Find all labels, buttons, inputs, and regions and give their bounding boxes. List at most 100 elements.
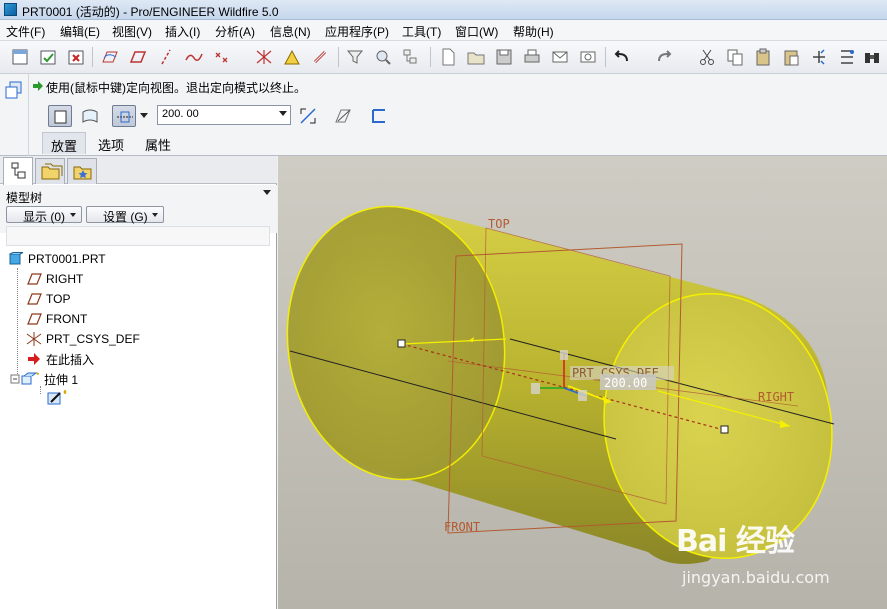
sketch-icon <box>46 390 76 405</box>
show-dropdown[interactable]: 显示 (0) <box>6 206 82 224</box>
depth-drag-handle-back[interactable] <box>397 339 406 348</box>
menu-help[interactable]: 帮助(H) <box>513 23 554 40</box>
depth-value-input[interactable]: 200. 00 <box>157 105 291 125</box>
tree-item-label: TOP <box>46 292 71 306</box>
cut-icon[interactable] <box>697 47 717 67</box>
menu-file[interactable]: 文件(F) <box>6 23 45 40</box>
window-layout-icon[interactable] <box>10 47 30 67</box>
favorites-icon <box>73 166 92 180</box>
open-file-icon[interactable] <box>466 47 486 67</box>
copy-icon[interactable] <box>725 47 745 67</box>
tree-item-insert-here[interactable]: 在此插入 <box>26 350 94 368</box>
depth-drag-handle-front[interactable] <box>720 425 729 434</box>
print-icon[interactable] <box>522 47 542 67</box>
paste-icon[interactable] <box>753 47 773 67</box>
navigator-tabs <box>0 156 277 185</box>
view-orient-icon[interactable] <box>4 80 24 100</box>
csys-icon <box>26 332 42 346</box>
show-dropdown-label: 显示 (0) <box>23 210 66 224</box>
datum-curve-icon[interactable] <box>184 47 204 67</box>
tab-placement[interactable]: 放置 <box>42 132 87 154</box>
menu-view[interactable]: 视图(V) <box>112 23 152 40</box>
remove-material-button[interactable] <box>332 105 354 127</box>
depth-value-dropdown-arrow[interactable] <box>279 111 287 116</box>
baidu-watermark: Bai 经验 jingyan.baidu.com <box>676 508 876 598</box>
menu-applications[interactable]: 应用程序(P) <box>325 23 389 40</box>
send-link-icon[interactable] <box>578 47 598 67</box>
extrude-solid-button[interactable] <box>48 105 72 127</box>
new-file-icon[interactable] <box>438 47 458 67</box>
model-tree-filter-icon[interactable] <box>401 47 421 67</box>
csys-tool-icon[interactable] <box>254 47 274 67</box>
extrude-surface-button[interactable] <box>78 105 102 127</box>
panel-menu-arrow[interactable] <box>263 190 271 195</box>
tree-item-extrude[interactable]: 拉伸 1 <box>10 370 78 388</box>
settings-dropdown[interactable]: 设置 (G) <box>86 206 164 224</box>
watermark-logo: Bai 经验 <box>676 524 795 559</box>
settings-dropdown-label: 设置 (G) <box>103 210 148 224</box>
feature-dashboard: 使用(鼠标中键)定向视图。退出定向模式以终止。 200. 00 放置 选项 属性 <box>0 74 887 156</box>
menu-bar: 文件(F) 编辑(E) 视图(V) 插入(I) 分析(A) 信息(N) 应用程序… <box>0 20 887 41</box>
depth-option-dropdown[interactable] <box>140 113 148 118</box>
regenerate-icon[interactable] <box>809 47 829 67</box>
insert-here-arrow-icon <box>26 352 42 366</box>
model-tree-title: 模型树 <box>6 191 43 205</box>
datum-plane-tool-icon[interactable] <box>128 47 148 67</box>
tree-item-csys[interactable]: PRT_CSYS_DEF <box>26 330 140 348</box>
paste-special-icon[interactable] <box>781 47 801 67</box>
tree-item-top[interactable]: TOP <box>26 290 70 308</box>
depth-option-button[interactable] <box>112 105 136 127</box>
datum-plane-icon <box>26 272 42 286</box>
thicken-sketch-button[interactable] <box>368 105 390 127</box>
menu-analysis[interactable]: 分析(A) <box>215 23 255 40</box>
window-title: PRT0001 (活动的) - Pro/ENGINEER Wildfire 5.… <box>22 5 279 19</box>
datum-label-right: RIGHT <box>758 390 794 404</box>
regen-manager-icon[interactable] <box>837 47 857 67</box>
activate-window-icon[interactable] <box>38 47 58 67</box>
tree-root-label: PRT0001.PRT <box>28 252 106 266</box>
tree-item-label: FRONT <box>46 312 88 326</box>
model-tree-icon <box>11 162 26 179</box>
status-message: 使用(鼠标中键)定向视图。退出定向模式以终止。 <box>46 81 306 95</box>
tab-folder-browser[interactable] <box>35 158 65 184</box>
tab-model-tree[interactable] <box>3 157 33 185</box>
message-arrow-icon <box>32 80 44 92</box>
menu-window[interactable]: 窗口(W) <box>455 23 498 40</box>
plane-display-icon[interactable] <box>100 47 120 67</box>
menu-tools[interactable]: 工具(T) <box>402 23 441 40</box>
flip-direction-button[interactable] <box>297 105 319 127</box>
datum-point-icon[interactable] <box>212 47 232 67</box>
tab-favorites[interactable] <box>67 158 97 184</box>
tree-item-sketch[interactable] <box>46 388 80 406</box>
save-icon[interactable] <box>494 47 514 67</box>
model-tree-panel: 模型树 显示 (0) 设置 (G) PRT0001.PRT RIGHT TOP … <box>0 156 277 609</box>
tab-properties[interactable]: 属性 <box>137 132 179 154</box>
menu-edit[interactable]: 编辑(E) <box>60 23 100 40</box>
tree-item-label: 拉伸 1 <box>44 372 79 387</box>
datum-plane-icon <box>26 292 42 306</box>
datum-label-top: TOP <box>488 217 510 231</box>
tab-options[interactable]: 选项 <box>90 132 132 154</box>
tree-item-right[interactable]: RIGHT <box>26 270 83 288</box>
analysis-feature-icon[interactable] <box>282 47 302 67</box>
menu-info[interactable]: 信息(N) <box>270 23 311 40</box>
close-window-icon[interactable] <box>66 47 86 67</box>
datum-axis-icon[interactable] <box>156 47 176 67</box>
datum-plane-icon <box>26 312 42 326</box>
tree-item-front[interactable]: FRONT <box>26 310 87 328</box>
undo-icon[interactable] <box>612 47 632 67</box>
depth-value: 200. 00 <box>162 108 199 120</box>
title-bar: PRT0001 (活动的) - Pro/ENGINEER Wildfire 5.… <box>0 0 887 20</box>
depth-dimension[interactable]: 200.00 <box>604 376 647 390</box>
tree-item-label: 在此插入 <box>46 352 95 367</box>
redo-icon[interactable] <box>654 47 674 67</box>
select-filter-icon[interactable] <box>345 47 365 67</box>
binoculars-icon[interactable] <box>862 47 882 67</box>
menu-insert[interactable]: 插入(I) <box>165 23 200 40</box>
datum-label-front: FRONT <box>444 520 480 534</box>
tree-root[interactable]: PRT0001.PRT <box>8 250 106 268</box>
tree-filter-field[interactable] <box>6 226 270 246</box>
find-icon[interactable] <box>373 47 393 67</box>
send-mail-icon[interactable] <box>550 47 570 67</box>
chain-icon[interactable] <box>310 47 330 67</box>
